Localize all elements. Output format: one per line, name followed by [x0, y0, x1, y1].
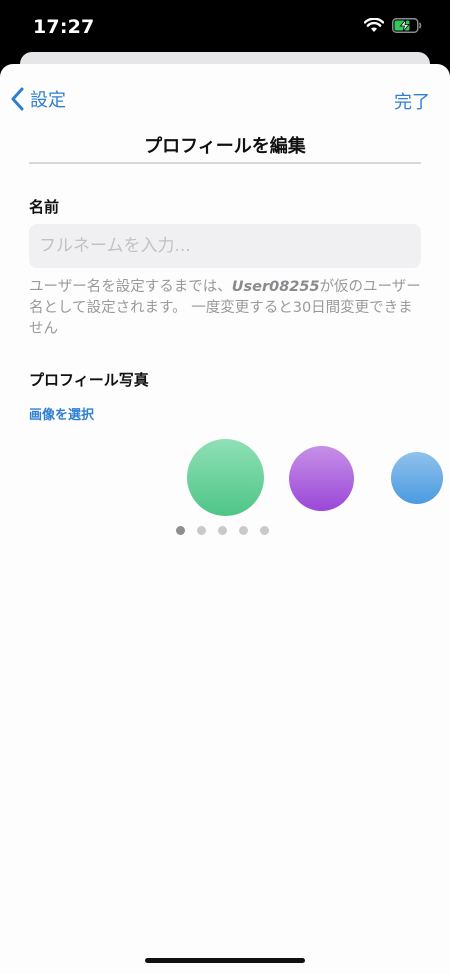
page-dot-3[interactable] [218, 526, 227, 535]
select-image-link[interactable]: 画像を選択 [29, 404, 94, 423]
name-label: 名前 [29, 198, 60, 216]
back-button-label: 設定 [30, 90, 66, 111]
status-icons [364, 18, 422, 33]
page-title: プロフィールを編集 [144, 136, 306, 157]
home-indicator [145, 958, 305, 963]
divider [29, 162, 421, 164]
page-indicator [176, 526, 269, 535]
full-name-input[interactable] [29, 224, 421, 268]
page-dot-5[interactable] [260, 526, 269, 535]
temporary-username: User08255 [231, 279, 320, 295]
battery-charging-icon [392, 18, 422, 33]
username-help-text: ユーザー名を設定するまでは、User08255が仮のユーザー名として設定されます… [29, 277, 425, 340]
status-bar: 17:27 [0, 0, 450, 58]
profile-photo-label: プロフィール写真 [29, 371, 149, 389]
done-button[interactable]: 完了 [394, 88, 430, 114]
avatar-option-blue[interactable] [391, 452, 443, 504]
help-text-prefix: ユーザー名を設定するまでは、 [29, 279, 232, 295]
status-time: 17:27 [33, 16, 95, 38]
chevron-left-icon [11, 87, 24, 111]
avatar-option-green[interactable] [187, 439, 264, 516]
avatar-option-purple[interactable] [289, 446, 354, 511]
page-dot-1[interactable] [176, 526, 185, 535]
page-dot-4[interactable] [239, 526, 248, 535]
back-button[interactable]: 設定 [10, 86, 66, 112]
edit-profile-sheet: 設定 完了 プロフィールを編集 名前 ユーザー名を設定するまでは、User082… [0, 64, 450, 974]
wifi-icon [364, 18, 384, 32]
page-dot-2[interactable] [197, 526, 206, 535]
